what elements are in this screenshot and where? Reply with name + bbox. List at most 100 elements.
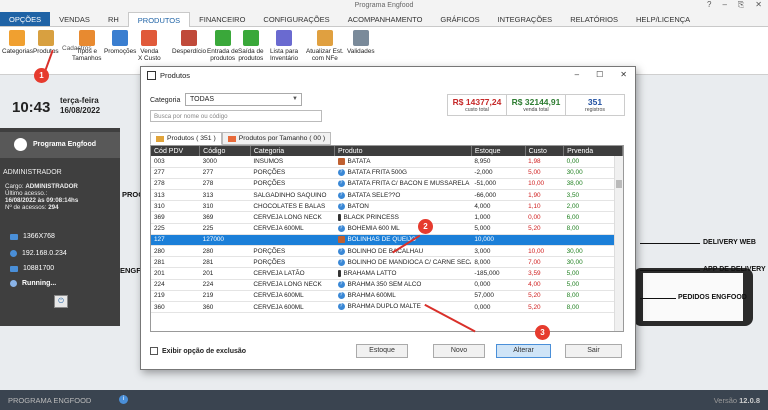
table-cell: 225 xyxy=(199,223,251,235)
table-cell: 201 xyxy=(151,267,200,280)
table-scrollbar[interactable] xyxy=(614,156,623,331)
update-stock-nfe-icon xyxy=(316,30,333,46)
close-icon[interactable]: ✕ xyxy=(755,0,762,10)
table-cell: INSUMOS xyxy=(250,156,335,168)
table-row[interactable]: 201 201 CERVEJA LATÃO BRAHAMA LATTO -185,000… xyxy=(151,267,623,280)
sair-button[interactable]: Sair xyxy=(565,344,622,358)
table-row[interactable]: 369 369 CERVEJA LONG NECK BLACK PRINCESS 1,0… xyxy=(151,211,623,224)
table-cell: ? BATATA FRITA C/ BACON E MUSSARELA xyxy=(334,178,472,191)
estoque-button[interactable]: Estoque xyxy=(356,344,408,358)
table-row[interactable]: 360 360 CERVEJA 600ML? BRAHMA DUPLO MALTE 0,… xyxy=(151,301,623,314)
table-cell: 281 xyxy=(151,256,200,269)
table-row[interactable]: 280 280 PORÇÕES? BOLINHO DE BACALHAU 3,000 10… xyxy=(151,245,623,258)
dialog-title: Produtos xyxy=(160,71,191,80)
weekday-label: terça-feira xyxy=(60,96,99,105)
table-cell: 313 xyxy=(151,189,200,202)
ip-row: 192.168.0.234 xyxy=(10,250,67,257)
table-cell: 369 xyxy=(151,211,200,224)
app-delivery-label: APP DE DELIVERY xyxy=(703,266,766,273)
category-select[interactable]: TODAS ▼ xyxy=(185,93,302,106)
minimize-icon[interactable]: – xyxy=(722,0,726,10)
table-cell: CERVEJA 600ML xyxy=(250,301,335,314)
table-cell: ? BOHEMIA 600 ML xyxy=(334,223,472,235)
table-cell: 313 xyxy=(199,189,251,202)
column-header[interactable]: Cód PDV xyxy=(151,146,201,156)
ribbon-button-6[interactable]: Entrada de produtos xyxy=(207,30,238,62)
product-subtabs: Produtos ( 351 ) Produtos por Tamanho ( … xyxy=(150,132,332,145)
tab-vendas[interactable]: VENDAS xyxy=(50,12,99,26)
dialog-maximize-icon[interactable]: ☐ xyxy=(596,70,603,79)
info-icon[interactable]: i xyxy=(119,395,128,404)
tab-graficos[interactable]: GRÁFICOS xyxy=(431,12,488,26)
column-header[interactable]: Custo xyxy=(525,146,565,156)
ribbon-button-1[interactable]: Produtos xyxy=(33,30,59,55)
exit-button[interactable]: ⏻ xyxy=(54,295,68,308)
table-row[interactable]: 219 219 CERVEJA 600ML? BRAHMA 600ML 57,000 5,… xyxy=(151,290,623,302)
product-photo-icon xyxy=(337,157,345,165)
table-row[interactable]: 224 224 CERVEJA LONG NECK? BRAHMA 350 SEM A… xyxy=(151,279,623,291)
tab-produtos[interactable]: PRODUTOS xyxy=(127,12,191,28)
ribbon-button-10[interactable]: Validades xyxy=(347,30,375,55)
total-1: R$ 32144,91 venda total xyxy=(507,95,566,115)
globe-icon xyxy=(10,250,17,257)
ribbon-button-3[interactable]: Promoções xyxy=(104,30,136,55)
table-row[interactable]: 003 3000 INSUMOS BATATA 8,950 1,98 0,00 xyxy=(151,156,623,168)
cargo-label: Cargo: xyxy=(5,183,24,190)
tab-produtos-por-tamanho[interactable]: Produtos por Tamanho ( 00 ) xyxy=(221,132,332,145)
table-cell xyxy=(525,234,564,247)
question-icon: ? xyxy=(337,202,345,210)
table-row[interactable]: 313 313 SALGADINHO SAQUINO? BATATA SELE??O -… xyxy=(151,189,623,202)
novo-button[interactable]: Novo xyxy=(433,344,485,358)
tab-acompanhamento[interactable]: ACOMPANHAMENTO xyxy=(339,12,432,26)
tab-configuracoes[interactable]: CONFIGURAÇÕES xyxy=(254,12,338,26)
table-cell: 003 xyxy=(151,156,200,168)
ribbon-button-8[interactable]: Lista para Inventário xyxy=(270,30,298,62)
help-icon[interactable]: ? xyxy=(707,0,711,10)
tab-help-licenca[interactable]: HELP/LICENÇA xyxy=(627,12,699,26)
alterar-button[interactable]: Alterar xyxy=(496,344,551,358)
tab-produtos-list[interactable]: Produtos ( 351 ) xyxy=(150,132,222,145)
table-row[interactable]: 310 310 CHOCOLATES E BALAS? BATON 4,000 1,10 2… xyxy=(151,200,623,213)
table-cell: BRAHAMA LATTO xyxy=(334,267,472,280)
tab-relatorios[interactable]: RELATÓRIOS xyxy=(561,12,627,26)
ribbon-button-0[interactable]: Categorias xyxy=(2,30,33,55)
product-photo-icon xyxy=(337,236,345,244)
table-row[interactable]: 281 281 PORÇÕES? BOLINHO DE MANDIOCA C/ CAR… xyxy=(151,256,623,269)
show-deleted-checkbox[interactable]: Exibir opção de exclusão xyxy=(150,347,246,355)
ribbon-button-5[interactable]: Desperdício xyxy=(172,30,206,55)
tab-rh[interactable]: RH xyxy=(99,12,128,26)
ribbon-button-7[interactable]: Saída de produtos xyxy=(238,30,264,62)
ribbon-button-4[interactable]: Venda X Custo xyxy=(138,30,161,62)
delivery-web-label: DELIVERY WEB xyxy=(703,239,756,246)
tab-integracoes[interactable]: INTEGRAÇÕES xyxy=(489,12,562,26)
tab-opcoes[interactable]: OPÇÕES xyxy=(0,12,51,26)
table-row[interactable]: 225 225 CERVEJA 600ML? BOHEMIA 600 ML 5,000 5… xyxy=(151,223,623,235)
column-header[interactable]: Código xyxy=(199,146,251,156)
window-title-bar: Programa Engfood ? – ⎘ ✕ xyxy=(0,0,768,12)
table-cell: 5,20 xyxy=(525,301,564,314)
ribbon-button-9[interactable]: Atualizar Est. com NFe xyxy=(306,30,344,62)
search-input[interactable]: Busca por nome ou código xyxy=(150,110,322,122)
table-cell: 57,000 xyxy=(471,290,526,302)
table-cell: 4,000 xyxy=(471,200,526,213)
checkbox-box[interactable] xyxy=(150,347,158,355)
column-header[interactable]: Prvenda xyxy=(563,146,623,156)
table-cell: 280 xyxy=(151,245,200,258)
column-header[interactable]: Estoque xyxy=(471,146,526,156)
table-row[interactable]: 127 127000 BOLINHAS DE QUEIJO 10,000 xyxy=(151,234,623,247)
pedidos-label: PEDIDOS ENGFOOD xyxy=(678,294,747,301)
restore-icon[interactable]: ⎘ xyxy=(738,0,744,10)
table-row[interactable]: 278 278 PORÇÕES? BATATA FRITA C/ BACON E MU… xyxy=(151,178,623,191)
column-header[interactable]: Categoria xyxy=(250,146,336,156)
table-cell: 3000 xyxy=(199,156,251,168)
table-cell: 0,00 xyxy=(525,211,564,224)
table-cell: ? BATATA SELE??O xyxy=(334,189,472,202)
table-row[interactable]: 277 277 PORÇÕES? BATATA FRITA 500G -2,000 5,0… xyxy=(151,167,623,179)
sale-cost-icon xyxy=(141,30,158,46)
dialog-close-icon[interactable]: ✕ xyxy=(620,70,627,79)
tab-financeiro[interactable]: FINANCEIRO xyxy=(190,12,254,26)
table-cell: 0,000 xyxy=(471,279,526,291)
column-header[interactable]: Produto xyxy=(334,146,472,156)
table-cell: 277 xyxy=(199,167,251,179)
dialog-minimize-icon[interactable]: – xyxy=(575,70,579,79)
